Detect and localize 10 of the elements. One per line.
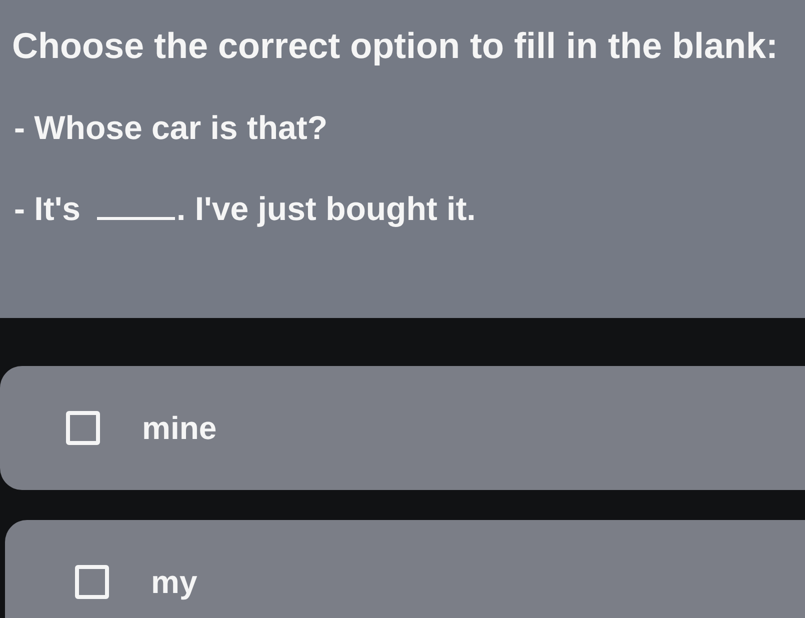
option-card[interactable]: mine <box>0 366 805 490</box>
checkbox[interactable] <box>66 411 100 445</box>
option-label: my <box>151 563 198 601</box>
dialogue-text: - It's <box>14 190 81 228</box>
checkbox[interactable] <box>75 565 109 599</box>
dialogue-line: - Whose car is that? <box>13 109 329 147</box>
dialogue-text: . I've just bought it. <box>176 190 476 228</box>
option-card[interactable]: my <box>5 520 805 618</box>
question-title: Choose the correct option to fill in the blank: <box>12 26 780 66</box>
option-label: mine <box>142 409 217 447</box>
